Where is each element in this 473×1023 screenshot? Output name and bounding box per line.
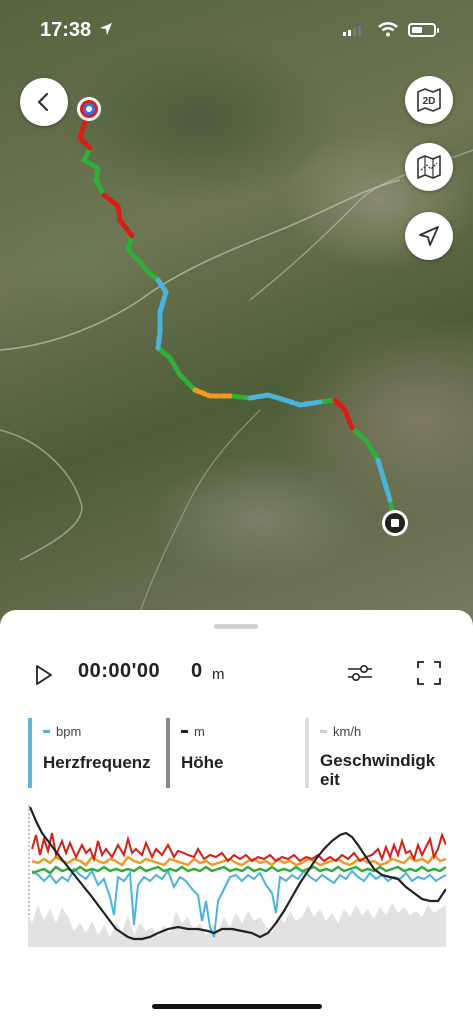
- metric-altitude[interactable]: m Höhe: [166, 718, 306, 788]
- status-time: 17:38: [40, 19, 92, 41]
- navigation-arrow-icon: [419, 226, 439, 246]
- locate-button[interactable]: [405, 212, 453, 260]
- back-button[interactable]: [20, 78, 68, 126]
- metric-name: Höhe: [181, 753, 224, 772]
- fullscreen-icon[interactable]: [416, 660, 442, 686]
- map-2d-icon: 2D: [417, 88, 441, 112]
- view-2d-label: 2D: [423, 96, 436, 107]
- start-marker-icon[interactable]: [76, 96, 102, 122]
- status-bar: 17:38: [0, 0, 473, 60]
- map-view[interactable]: [0, 0, 473, 640]
- map-fold-icon: [417, 155, 441, 179]
- wifi-icon: [378, 22, 398, 37]
- location-arrow-icon: [100, 23, 112, 35]
- playback-distance: 0: [191, 660, 203, 682]
- activity-chart[interactable]: [28, 805, 446, 947]
- speed-area: [28, 903, 446, 947]
- signal-icon: [343, 26, 361, 36]
- metric-name: Geschwindigk eit: [320, 751, 436, 789]
- playback-distance-unit: m: [212, 666, 225, 683]
- metric-unit: m: [194, 724, 205, 739]
- battery-icon: [408, 23, 439, 37]
- view-2d-button[interactable]: 2D: [405, 76, 453, 124]
- home-indicator[interactable]: [152, 1004, 322, 1009]
- activity-sheet: 00:00'00 0 m bpm Herzfrequenz m Höhe km/…: [0, 610, 473, 1023]
- metric-heart-rate[interactable]: bpm Herzfrequenz: [28, 718, 166, 788]
- heart-rate-red-line: [31, 831, 446, 863]
- metric-unit: km/h: [333, 724, 362, 739]
- play-icon[interactable]: [34, 664, 54, 686]
- playback-time: 00:00'00: [78, 660, 161, 682]
- series-color-swatch: [43, 730, 50, 733]
- map-layer: [0, 109, 473, 640]
- heart-rate-green-line: [31, 865, 446, 875]
- chevron-left-icon: [37, 92, 49, 112]
- map-style-button[interactable]: [405, 143, 453, 191]
- series-color-swatch: [320, 730, 327, 733]
- metric-unit: bpm: [56, 724, 82, 739]
- sheet-grabber[interactable]: [214, 624, 258, 629]
- series-color-swatch: [181, 730, 188, 733]
- sliders-icon[interactable]: [346, 662, 374, 684]
- metric-name: Herzfrequenz: [43, 753, 151, 772]
- metric-speed[interactable]: km/h Geschwindigk eit: [305, 718, 455, 789]
- stop-marker-icon[interactable]: [381, 509, 409, 537]
